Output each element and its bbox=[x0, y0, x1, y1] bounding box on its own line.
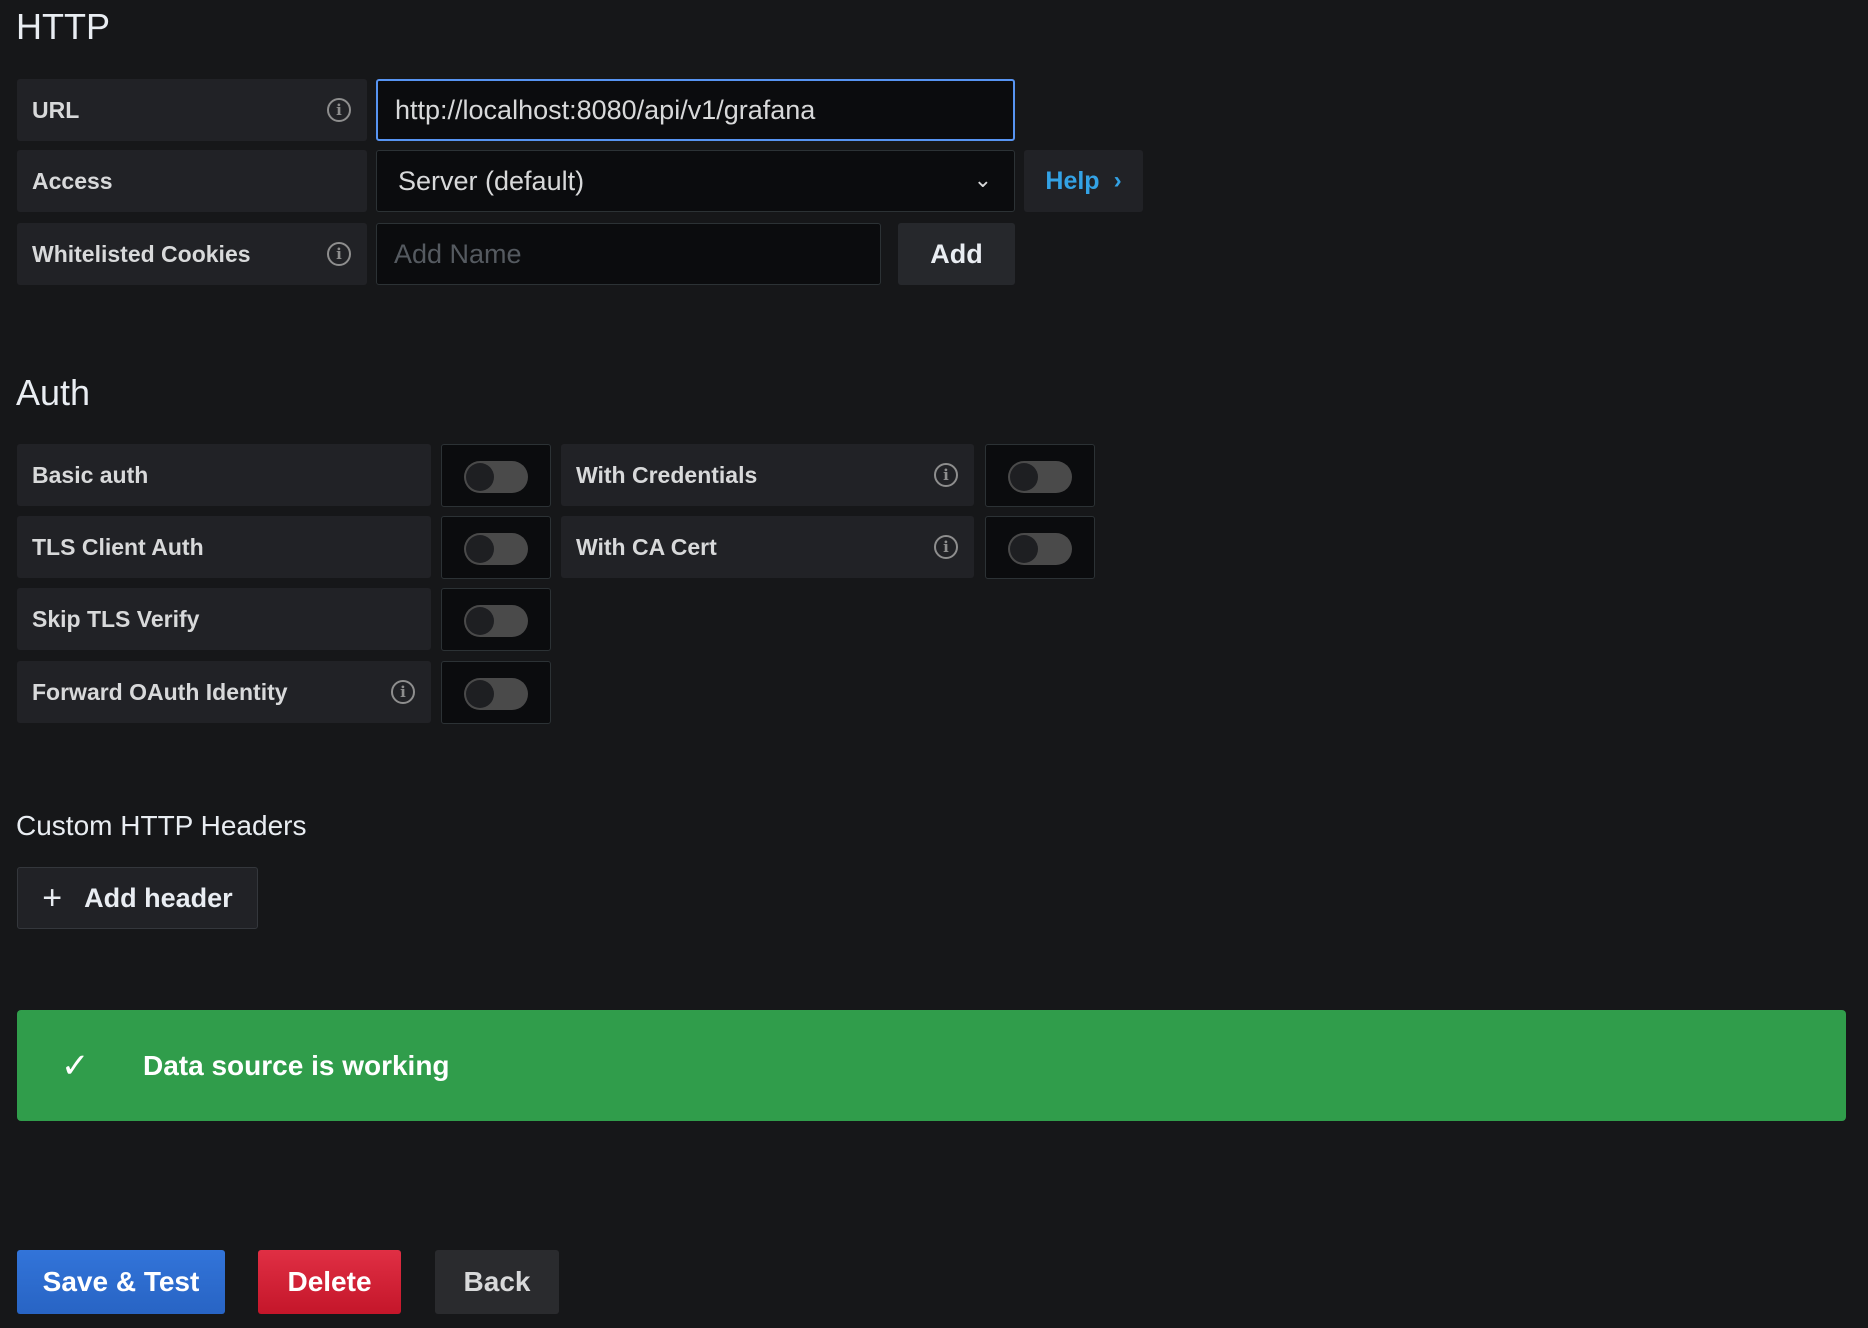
toggle-switch[interactable] bbox=[464, 678, 528, 710]
url-input[interactable] bbox=[376, 79, 1015, 141]
chevron-right-icon: › bbox=[1113, 167, 1122, 194]
info-icon[interactable]: i bbox=[327, 242, 351, 266]
help-button[interactable]: Help › bbox=[1024, 150, 1143, 212]
cookie-name-input[interactable] bbox=[376, 223, 881, 285]
status-banner: ✓ Data source is working bbox=[17, 1010, 1846, 1121]
delete-button[interactable]: Delete bbox=[258, 1250, 401, 1314]
url-input-field[interactable] bbox=[395, 94, 1013, 126]
basic-auth-text: Basic auth bbox=[32, 461, 149, 488]
status-message: Data source is working bbox=[143, 1049, 450, 1081]
info-icon[interactable]: i bbox=[327, 98, 351, 122]
add-header-label: Add header bbox=[84, 882, 233, 913]
cookies-label-text: Whitelisted Cookies bbox=[32, 240, 251, 267]
access-label: Access bbox=[17, 150, 367, 212]
toggle-switch[interactable] bbox=[1008, 461, 1072, 493]
info-icon[interactable]: i bbox=[934, 463, 958, 487]
save-test-button[interactable]: Save & Test bbox=[17, 1250, 225, 1314]
cookie-name-field[interactable] bbox=[394, 238, 880, 270]
with-ca-cert-text: With CA Cert bbox=[576, 533, 717, 560]
check-icon: ✓ bbox=[61, 1046, 90, 1085]
toggle-switch[interactable] bbox=[464, 605, 528, 637]
forward-oauth-toggle[interactable] bbox=[441, 661, 551, 724]
tls-client-auth-toggle[interactable] bbox=[441, 516, 551, 579]
cookies-label: Whitelisted Cookies i bbox=[17, 223, 367, 285]
plus-icon: + bbox=[42, 878, 63, 917]
tls-client-auth-text: TLS Client Auth bbox=[32, 533, 204, 560]
help-label: Help bbox=[1045, 166, 1100, 195]
skip-tls-verify-toggle[interactable] bbox=[441, 588, 551, 651]
forward-oauth-text: Forward OAuth Identity bbox=[32, 678, 288, 705]
access-select[interactable]: Server (default) ⌄ bbox=[376, 150, 1015, 212]
with-credentials-label: With Credentials i bbox=[561, 444, 974, 506]
toggle-switch[interactable] bbox=[464, 461, 528, 493]
toggle-knob bbox=[1010, 463, 1038, 491]
add-cookie-button[interactable]: Add bbox=[898, 223, 1015, 285]
toggle-knob bbox=[466, 535, 494, 563]
basic-auth-label: Basic auth bbox=[17, 444, 431, 506]
custom-headers-title: Custom HTTP Headers bbox=[16, 810, 307, 841]
toggle-knob bbox=[466, 463, 494, 491]
auth-section-title: Auth bbox=[16, 372, 91, 413]
info-icon[interactable]: i bbox=[934, 535, 958, 559]
with-ca-cert-toggle[interactable] bbox=[985, 516, 1095, 579]
toggle-knob bbox=[1010, 535, 1038, 563]
url-label: URL i bbox=[17, 79, 367, 141]
tls-client-auth-label: TLS Client Auth bbox=[17, 516, 431, 578]
chevron-down-icon: ⌄ bbox=[973, 167, 992, 192]
toggle-knob bbox=[466, 680, 494, 708]
with-credentials-text: With Credentials bbox=[576, 461, 758, 488]
access-label-text: Access bbox=[32, 167, 113, 194]
toggle-knob bbox=[466, 607, 494, 635]
with-credentials-toggle[interactable] bbox=[985, 444, 1095, 507]
url-label-text: URL bbox=[32, 96, 80, 123]
toggle-switch[interactable] bbox=[464, 533, 528, 565]
skip-tls-verify-label: Skip TLS Verify bbox=[17, 588, 431, 650]
http-section-title: HTTP bbox=[16, 6, 110, 47]
access-select-value: Server (default) bbox=[398, 165, 585, 196]
back-button[interactable]: Back bbox=[435, 1250, 559, 1314]
skip-tls-verify-text: Skip TLS Verify bbox=[32, 605, 200, 632]
toggle-switch[interactable] bbox=[1008, 533, 1072, 565]
with-ca-cert-label: With CA Cert i bbox=[561, 516, 974, 578]
info-icon[interactable]: i bbox=[391, 680, 415, 704]
forward-oauth-label: Forward OAuth Identity i bbox=[17, 661, 431, 723]
add-header-button[interactable]: + Add header bbox=[17, 867, 258, 929]
basic-auth-toggle[interactable] bbox=[441, 444, 551, 507]
